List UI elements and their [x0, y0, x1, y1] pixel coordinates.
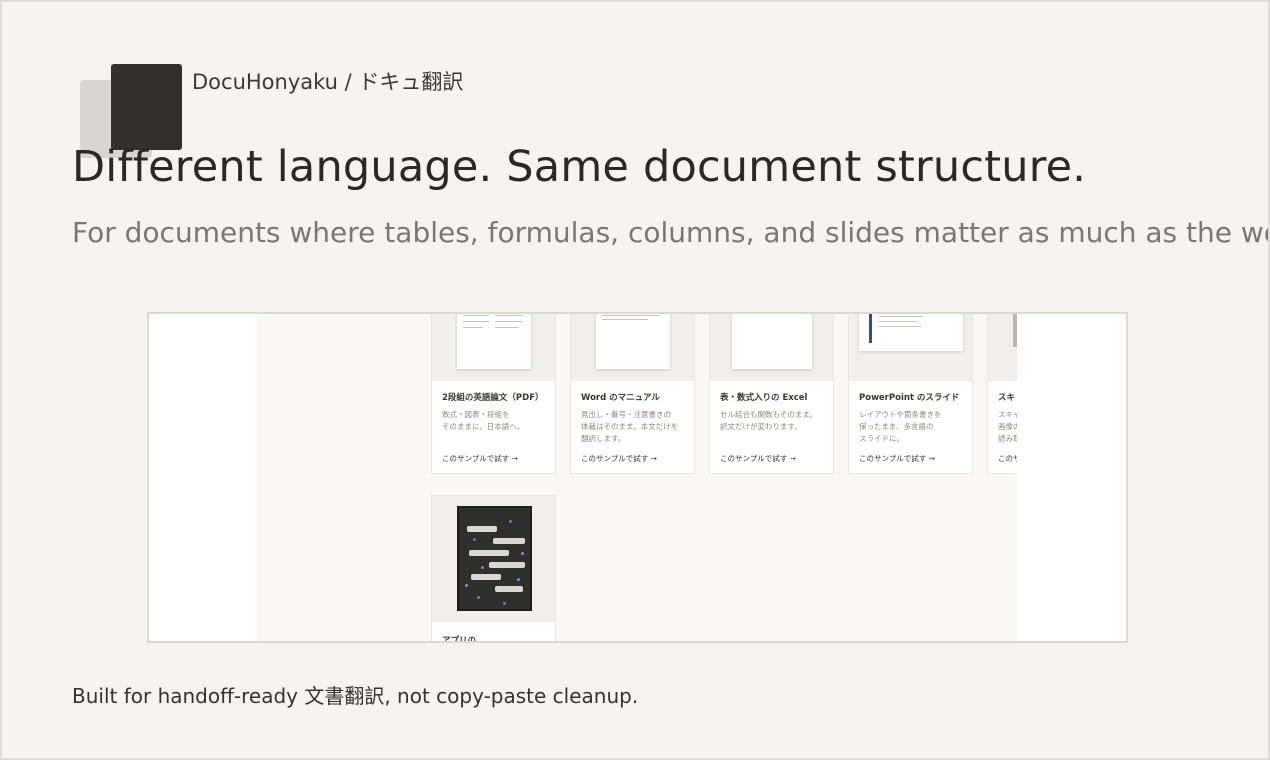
- sample-card-title: Word のマニュアル: [581, 393, 660, 403]
- hero-subline: For documents where tables, formulas, co…: [72, 216, 1268, 249]
- sample-card-title: 表・数式入りの Excel: [720, 393, 808, 403]
- sample-card-app[interactable]: アプリの: [431, 495, 556, 643]
- page: { "brand": { "name": "DocuHonyaku / ドキュ翻…: [0, 0, 1270, 760]
- sample-card-title: 2段組の英語論文（PDF）: [442, 393, 544, 403]
- pdf-thumbnail: [432, 314, 555, 381]
- sample-card-desc: 数式・図表・段組を そのままに、日本語へ。: [442, 410, 525, 431]
- hero-headline: Different language. Same document struct…: [72, 142, 1087, 192]
- try-sample-link[interactable]: このサンプルで試す →: [581, 453, 657, 464]
- try-sample-link[interactable]: このサンプルで試す →: [859, 453, 935, 464]
- samples-screenshot: 2段組の英語論文（PDF） 数式・図表・段組を そのままに、日本語へ。 このサン…: [257, 314, 1017, 643]
- sample-card-pdf[interactable]: 2段組の英語論文（PDF） 数式・図表・段組を そのままに、日本語へ。 このサン…: [431, 314, 556, 474]
- sample-card-desc: 見出し・番号・注意書きの 体裁はそのまま。本文だけを 翻訳します。: [581, 410, 679, 443]
- scan-thumbnail: [988, 314, 1017, 381]
- footer-tagline: Built for handoff-ready 文書翻訳, not copy-p…: [72, 684, 639, 708]
- logo-front-square: [111, 64, 182, 150]
- preview-frame: 2段組の英語論文（PDF） 数式・図表・段組を そのままに、日本語へ。 このサン…: [147, 312, 1128, 643]
- try-sample-link[interactable]: このサンプルで試す →: [720, 453, 796, 464]
- sample-card-desc: スキャ 画像の 読み取: [998, 410, 1017, 443]
- sample-card-desc: レイアウトや箇条書きを 保ったまま、多言語の スライドに。: [859, 410, 942, 443]
- phone-screenshot: [457, 506, 532, 611]
- sample-card-title: アプリの: [442, 636, 477, 643]
- sample-card-excel[interactable]: 表・数式入りの Excel セル結合も関数もそのまま。 訳文だけが変わります。 …: [709, 314, 834, 474]
- sample-card-word[interactable]: Word のマニュアル 見出し・番号・注意書きの 体裁はそのまま。本文だけを 翻…: [570, 314, 695, 474]
- excel-thumbnail: [710, 314, 833, 381]
- sample-card-title: スキ: [998, 393, 1016, 403]
- powerpoint-thumbnail: [849, 314, 972, 381]
- try-sample-link[interactable]: このサンプルで試す →: [442, 453, 518, 464]
- sample-card-title: PowerPoint のスライド: [859, 393, 960, 403]
- brand-name: DocuHonyaku / ドキュ翻訳: [192, 70, 464, 94]
- sample-card-desc: セル結合も関数もそのまま。 訳文だけが変わります。: [720, 410, 818, 431]
- try-sample-link[interactable]: このサ: [998, 453, 1017, 464]
- sample-card-powerpoint[interactable]: PowerPoint のスライド レイアウトや箇条書きを 保ったまま、多言語の …: [848, 314, 973, 474]
- sample-card-scan[interactable]: スキ スキャ 画像の 読み取 このサ: [987, 314, 1017, 474]
- word-thumbnail: [571, 314, 694, 381]
- app-thumbnail: [432, 496, 555, 622]
